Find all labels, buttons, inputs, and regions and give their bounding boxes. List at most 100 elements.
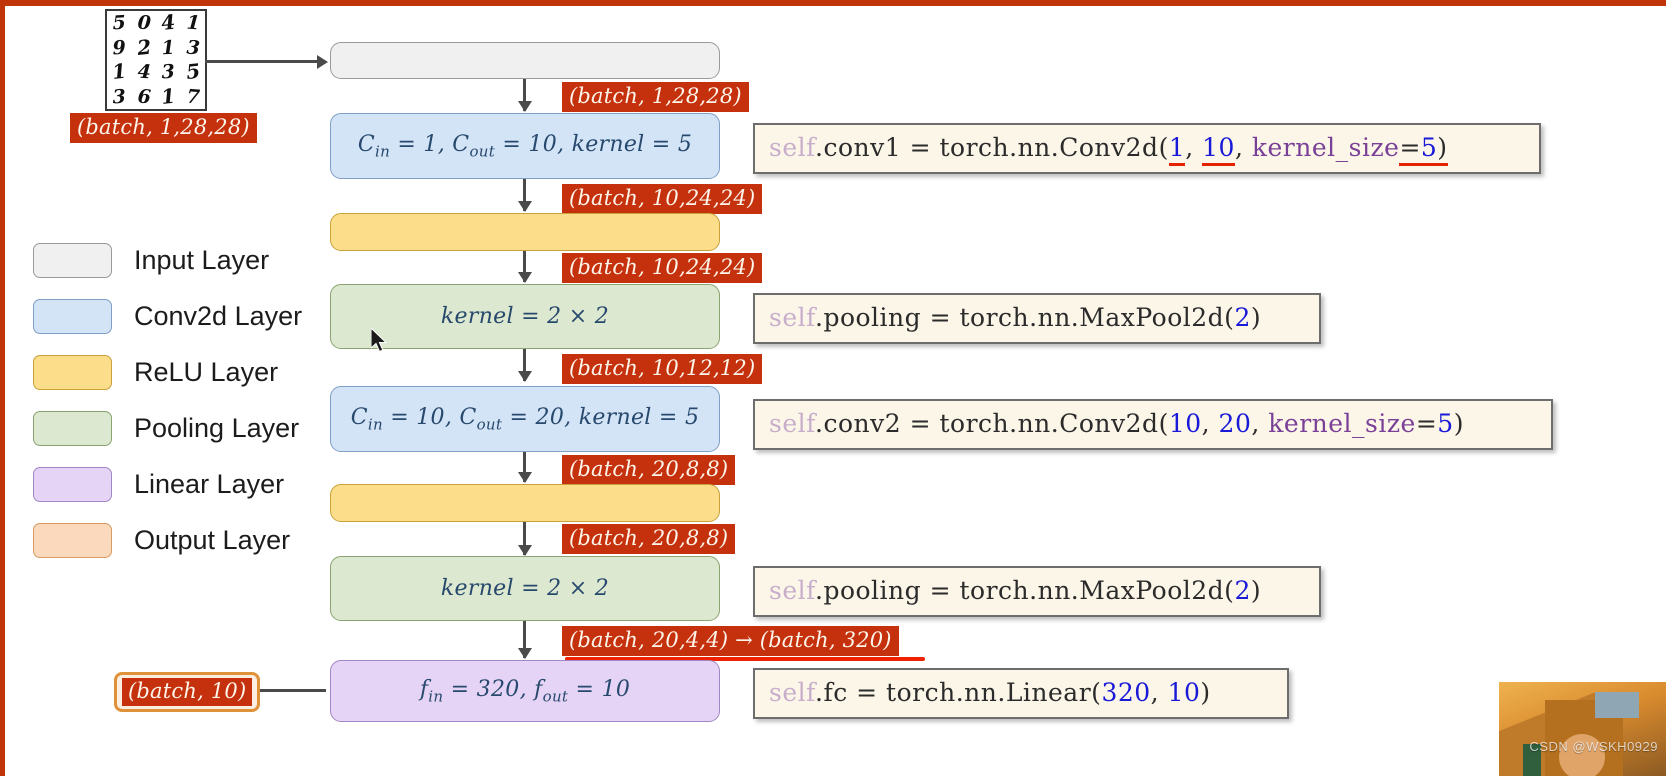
- legend-swatch-linear: [33, 466, 112, 502]
- code-self: self: [769, 409, 815, 438]
- mnist-digit: 1: [161, 36, 176, 60]
- shape-badge-7: (batch, 20,4,4) → (batch, 320): [562, 626, 899, 657]
- code-arg-1: 2: [1234, 303, 1251, 332]
- node-linear: fin = 320, fout = 10: [330, 660, 720, 722]
- mnist-digit: 3: [185, 36, 201, 60]
- webcam-overlay: CSDN @WSKH0929: [1499, 682, 1666, 776]
- legend-label: ReLU Layer: [134, 356, 279, 387]
- code-ns: nn: [1017, 133, 1051, 162]
- code-class: MaxPool2d: [1079, 303, 1225, 332]
- legend-item-pooling: Pooling Layer: [33, 400, 302, 456]
- code-box-conv2[interactable]: self.conv2 = torch.nn.Conv2d(10, 20, ker…: [753, 399, 1553, 450]
- code-attr: conv2: [823, 409, 902, 438]
- output-shape-text: (batch, 10): [122, 678, 253, 707]
- legend-item-conv2d: Conv2d Layer: [33, 288, 302, 344]
- code-box-pooling-2[interactable]: self.pooling = torch.nn.MaxPool2d(2): [753, 566, 1321, 617]
- node-pooling-2: kernel = 2 × 2: [330, 556, 720, 621]
- arrow-6: [517, 522, 532, 556]
- legend-label: Pooling Layer: [134, 412, 300, 443]
- legend-item-input: Input Layer: [33, 232, 302, 288]
- code-arg-3: 5: [1420, 133, 1438, 166]
- webcam-monitor: [1595, 692, 1639, 718]
- mnist-digit: 5: [184, 60, 201, 85]
- code-arg-2: 20: [1218, 409, 1252, 438]
- code-box-fc[interactable]: self.fc = torch.nn.Linear(320, 10): [753, 668, 1289, 719]
- shape-badge-6: (batch, 20,8,8): [562, 524, 736, 555]
- top-accent-bar: [0, 0, 1666, 6]
- legend-item-linear: Linear Layer: [33, 456, 302, 512]
- code-attr: pooling: [823, 576, 922, 605]
- code-self: self: [769, 678, 815, 707]
- node-conv2d-2-equation: Cin = 10, Cout = 20, kernel = 5: [350, 404, 700, 434]
- mnist-digit: 4: [136, 60, 152, 84]
- shape-badge-2: (batch, 10,24,24): [562, 184, 763, 215]
- arrow-input-to-layer: [205, 54, 328, 69]
- mnist-digit: 2: [135, 35, 152, 60]
- node-relu-2: [330, 484, 720, 522]
- code-self: self: [769, 576, 815, 605]
- legend-swatch-relu: [33, 354, 112, 390]
- node-conv2d-1: Cin = 1, Cout = 10, kernel = 5: [330, 113, 720, 179]
- code-kwarg: kernel_size: [1251, 133, 1400, 162]
- legend: Input Layer Conv2d Layer ReLU Layer Pool…: [33, 232, 302, 568]
- code-self: self: [769, 303, 815, 332]
- code-box-conv1[interactable]: self.conv1 = torch.nn.Conv2d(1, 10, kern…: [753, 123, 1541, 174]
- shape-badge-1: (batch, 1,28,28): [562, 82, 749, 113]
- code-module: torch: [939, 133, 1010, 162]
- code-class: Linear: [1005, 678, 1092, 707]
- legend-swatch-pooling: [33, 410, 112, 446]
- legend-item-relu: ReLU Layer: [33, 344, 302, 400]
- node-conv2d-2: Cin = 10, Cout = 20, kernel = 5: [330, 386, 720, 452]
- code-attr: pooling: [823, 303, 922, 332]
- output-shape-badge: (batch, 10): [114, 672, 261, 713]
- legend-label: Conv2d Layer: [134, 300, 303, 331]
- code-arg-2: 10: [1167, 678, 1201, 707]
- code-class: MaxPool2d: [1079, 576, 1225, 605]
- code-arg-3: 5: [1437, 409, 1454, 438]
- mouse-pointer-icon: [371, 328, 388, 353]
- code-assign: =: [901, 133, 940, 162]
- arrow-4: [517, 349, 532, 382]
- code-self: self: [769, 133, 815, 162]
- slide-canvas: 5 0 4 1 9 2 1 3 1 4 3 5 3 6 1 7 (batch, …: [0, 0, 1666, 776]
- mnist-digit-grid: 5 0 4 1 9 2 1 3 1 4 3 5 3 6 1 7: [105, 9, 207, 111]
- code-arg-1: 1: [1168, 133, 1186, 166]
- code-attr: fc: [823, 678, 848, 707]
- mnist-digit: 3: [161, 60, 176, 84]
- code-kwarg: kernel_size: [1268, 409, 1416, 438]
- arrow-2: [517, 179, 532, 212]
- arrow-7: [517, 621, 532, 659]
- mnist-digit: 6: [136, 85, 152, 109]
- arrow-5: [517, 452, 532, 483]
- mnist-digit: 9: [112, 36, 127, 60]
- code-box-pooling-1[interactable]: self.pooling = torch.nn.MaxPool2d(2): [753, 293, 1321, 344]
- shape-badge-4: (batch, 10,12,12): [562, 354, 763, 385]
- code-arg-1: 10: [1168, 409, 1202, 438]
- node-pooling-1-equation: kernel = 2 × 2: [440, 304, 610, 329]
- legend-label: Output Layer: [134, 524, 291, 555]
- mnist-digit: 0: [136, 11, 152, 35]
- csdn-watermark: CSDN @WSKH0929: [1529, 739, 1658, 754]
- code-arg-1: 320: [1101, 678, 1151, 707]
- legend-swatch-conv2d: [33, 298, 112, 334]
- node-pooling-2-equation: kernel = 2 × 2: [440, 576, 610, 601]
- code-attr: conv1: [823, 133, 902, 162]
- mnist-digit: 1: [185, 11, 201, 35]
- node-conv2d-1-equation: Cin = 1, Cout = 10, kernel = 5: [357, 131, 693, 161]
- shape-badge-5: (batch, 20,8,8): [562, 455, 736, 486]
- code-class: Conv2d: [1059, 409, 1159, 438]
- code-class: Conv2d: [1059, 133, 1159, 162]
- mnist-digit: 1: [111, 60, 128, 85]
- code-arg-2: 10: [1202, 133, 1235, 166]
- node-input-layer: [330, 42, 720, 79]
- mnist-digit: 4: [160, 11, 177, 36]
- node-linear-equation: fin = 320, fout = 10: [419, 676, 631, 706]
- code-arg-1: 2: [1234, 576, 1251, 605]
- mnist-digit: 3: [112, 85, 127, 109]
- shape-badge-3: (batch, 10,24,24): [562, 253, 763, 284]
- arrow-3: [517, 251, 532, 283]
- mnist-digit: 7: [185, 85, 201, 109]
- legend-swatch-input: [33, 242, 112, 278]
- node-relu-1: [330, 213, 720, 251]
- legend-swatch-output: [33, 522, 112, 558]
